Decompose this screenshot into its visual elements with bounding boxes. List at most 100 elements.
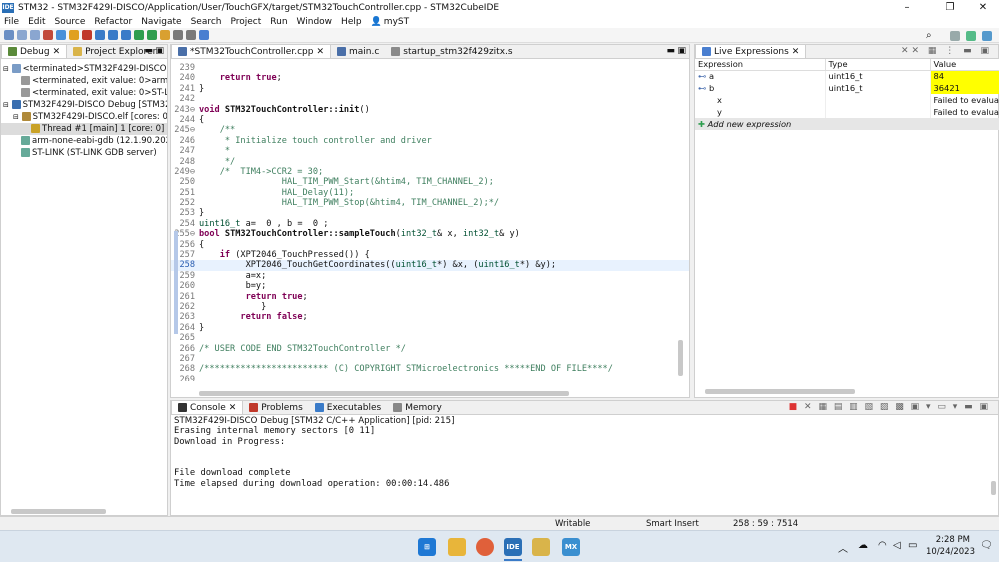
code-line[interactable]: 240 return true; xyxy=(171,73,689,83)
menu-search[interactable]: Search xyxy=(191,17,222,27)
stm32cubemx-icon[interactable]: MX xyxy=(562,538,580,556)
add-expression-row[interactable]: ✚ Add new expression xyxy=(695,118,999,130)
step-into-icon[interactable] xyxy=(95,30,105,40)
tab-startup[interactable]: startup_stm32f429zitx.s xyxy=(385,45,518,58)
editor-vertical-scrollbar[interactable] xyxy=(678,340,683,376)
minimize-view-icon[interactable]: ▬ xyxy=(144,46,153,56)
menu-navigate[interactable]: Navigate xyxy=(141,17,181,27)
menu-file[interactable]: File xyxy=(4,17,19,27)
minimize-view-icon[interactable]: ▬ xyxy=(666,46,675,56)
code-line[interactable]: 254 uint16_t a= 0 , b = 0 ; xyxy=(171,219,689,229)
menu-edit[interactable]: Edit xyxy=(28,17,45,27)
tree-item-gdb-terminated[interactable]: <terminated, exit value: 0>arm-none-e xyxy=(1,75,167,87)
close-button[interactable]: ✕ xyxy=(968,0,998,15)
tree-item-terminated-session[interactable]: ⊟ <terminated>STM32F429I-DISCO Debug [ xyxy=(1,63,167,75)
expression-row[interactable]: ⊷ a uint16_t 84 xyxy=(695,70,999,82)
wifi-icon[interactable]: ◠ xyxy=(878,540,887,551)
tree-item-stlink-terminated[interactable]: <terminated, exit value: 0>ST-LINK (ST- xyxy=(1,87,167,99)
column-value[interactable]: Value xyxy=(930,59,999,71)
menu-project[interactable]: Project xyxy=(230,17,261,27)
cube-icon[interactable] xyxy=(966,31,976,41)
code-line[interactable]: 253} xyxy=(171,208,689,218)
new-icon[interactable] xyxy=(4,30,14,40)
menu-run[interactable]: Run xyxy=(270,17,287,27)
value-cell[interactable]: 84 xyxy=(930,70,999,82)
terminate-icon[interactable] xyxy=(82,30,92,40)
build-icon[interactable] xyxy=(43,30,53,40)
tree-item-stlink[interactable]: ST-LINK (ST-LINK GDB server) xyxy=(1,147,167,159)
tree-item-gdb[interactable]: arm-none-eabi-gdb (12.1.90.20220802) xyxy=(1,135,167,147)
console-output[interactable]: Erasing internal memory sectors [0 11] Do… xyxy=(171,426,998,489)
speaker-icon[interactable]: ◁ xyxy=(893,540,901,551)
code-line[interactable]: 248 */ xyxy=(171,157,689,167)
tree-item-active-session[interactable]: ⊟ STM32F429I-DISCO Debug [STM32 C/C++ xyxy=(1,99,167,111)
menu-refactor[interactable]: Refactor xyxy=(94,17,132,27)
expression-row[interactable]: ⊷ b uint16_t 36421 xyxy=(695,82,999,94)
code-line[interactable]: 260 b=y; xyxy=(171,281,689,291)
resume-icon[interactable] xyxy=(69,30,79,40)
console-vertical-scrollbar[interactable] xyxy=(991,481,996,495)
code-line[interactable]: 241} xyxy=(171,84,689,94)
live-expr-horizontal-scrollbar[interactable] xyxy=(705,389,855,394)
search-icon[interactable]: ⌕ xyxy=(926,30,932,41)
forward-icon[interactable] xyxy=(186,30,196,40)
code-line[interactable]: 266 /* USER CODE END STM32TouchController… xyxy=(171,344,689,354)
tree-item-thread[interactable]: Thread #1 [main] 1 [core: 0] (Runnin xyxy=(1,123,167,135)
minimize-button[interactable]: – xyxy=(892,0,922,15)
code-line[interactable]: 239 xyxy=(171,63,689,73)
code-line[interactable]: 265 xyxy=(171,333,689,343)
tab-live-expressions[interactable]: Live Expressions ✕ xyxy=(695,45,807,58)
search-toolbar-icon[interactable] xyxy=(160,30,170,40)
code-line[interactable]: 252 HAL_TIM_PWM_Stop(&htim4, TIM_CHANNEL… xyxy=(171,198,689,208)
close-tab-icon[interactable]: ✕ xyxy=(316,47,324,57)
code-line[interactable]: 256{ xyxy=(171,240,689,250)
value-cell[interactable]: Failed to evaluate e xyxy=(930,94,999,106)
chevron-up-icon[interactable]: ︿ xyxy=(838,540,848,555)
expression-row[interactable]: y Failed to evaluate e xyxy=(695,106,999,118)
code-line[interactable]: 244 { xyxy=(171,115,689,125)
code-line[interactable]: 255⊖ bool STM32TouchController::sampleTou… xyxy=(171,229,689,239)
code-line[interactable]: 269 xyxy=(171,375,689,381)
editor-horizontal-scrollbar[interactable] xyxy=(199,391,569,396)
tab-main-c[interactable]: main.c xyxy=(331,45,385,58)
code-line[interactable]: 267 xyxy=(171,354,689,364)
clock-date[interactable]: 10/24/2023 xyxy=(926,547,975,557)
code-line[interactable]: 246 * Initialize touch controller and dr… xyxy=(171,136,689,146)
code-area[interactable]: 239 240 return true; 241} 242 243⊖ void STM32… xyxy=(171,59,689,381)
notification-icon[interactable]: 🗨 xyxy=(980,540,993,551)
start-icon[interactable]: ⊞ xyxy=(418,538,436,556)
menu-source[interactable]: Source xyxy=(55,17,86,27)
tab-console[interactable]: Console ✕ xyxy=(171,401,244,414)
tab-stm32touchcontroller[interactable]: *STM32TouchController.cpp ✕ xyxy=(171,45,331,58)
close-tab-icon[interactable]: ✕ xyxy=(792,47,800,57)
file-explorer-icon[interactable] xyxy=(448,538,466,556)
code-line[interactable]: 268 /************************ (C) COPYRIG… xyxy=(171,364,689,374)
value-cell[interactable]: Failed to evaluate e xyxy=(930,106,999,118)
code-line[interactable]: 262 } xyxy=(171,302,689,312)
close-tab-icon[interactable]: ✕ xyxy=(53,47,61,57)
code-line[interactable]: 243⊖ void STM32TouchController::init() xyxy=(171,105,689,115)
tab-executables[interactable]: Executables xyxy=(309,401,387,414)
maximize-view-icon[interactable]: ▣ xyxy=(155,46,164,56)
battery-icon[interactable]: ▭ xyxy=(908,540,917,551)
cloud-icon[interactable]: ☁ xyxy=(858,540,868,551)
debug-perspective-icon[interactable] xyxy=(982,31,992,41)
maximize-view-icon[interactable]: ▣ xyxy=(677,46,686,56)
firefox-icon[interactable] xyxy=(476,538,494,556)
menu-help[interactable]: Help xyxy=(341,17,362,27)
close-tab-icon[interactable]: ✕ xyxy=(229,403,237,413)
menu-window[interactable]: Window xyxy=(297,17,333,27)
tool-icon[interactable] xyxy=(532,538,550,556)
console-toolbar-icon[interactable]: ■ ✕ ▦ ▤ ▥ ▧ ▨ ▩ ▣ ▾ ▭ ▾ ▬ ▣ xyxy=(789,402,990,412)
step-return-icon[interactable] xyxy=(121,30,131,40)
back-icon[interactable] xyxy=(173,30,183,40)
code-line[interactable]: 261 return true; xyxy=(171,292,689,302)
code-line[interactable]: 245⊖ /** xyxy=(171,125,689,135)
view-toolbar-icon[interactable]: ✕✕ ▦ ⋮ ▬ ▣ xyxy=(901,46,992,56)
debug-icon[interactable] xyxy=(56,30,66,40)
stm32cubeide-taskbar-icon[interactable]: IDE xyxy=(504,538,522,556)
run-icon[interactable] xyxy=(134,30,144,40)
code-line[interactable]: 249⊖ /* TIM4->CCR2 = 30; xyxy=(171,167,689,177)
code-line[interactable]: 257 if (XPT2046_TouchPressed()) { xyxy=(171,250,689,260)
code-line[interactable]: 264} xyxy=(171,323,689,333)
